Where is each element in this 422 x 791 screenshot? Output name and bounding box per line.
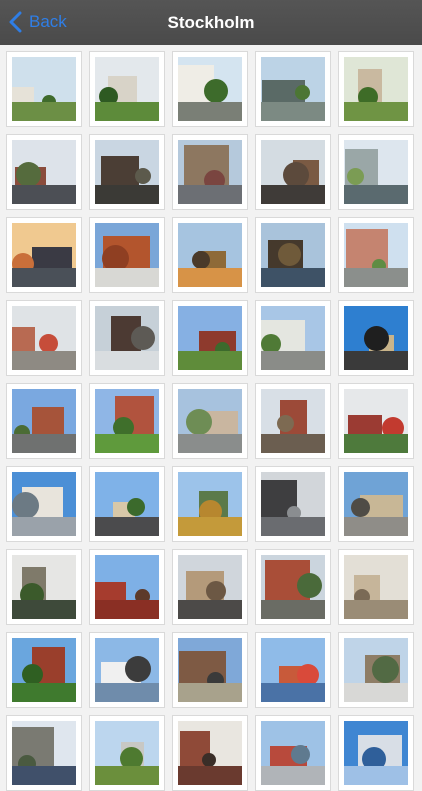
- photo-image: [344, 140, 408, 204]
- photo-image: [12, 223, 76, 287]
- photo-image: [95, 555, 159, 619]
- photo-thumbnail[interactable]: [338, 300, 414, 376]
- photo-image: [261, 721, 325, 785]
- photo-thumbnail[interactable]: [255, 632, 331, 708]
- photo-thumbnail[interactable]: [172, 300, 248, 376]
- photo-thumbnail[interactable]: [255, 466, 331, 542]
- photo-image: [344, 472, 408, 536]
- photo-image: [178, 389, 242, 453]
- photo-image: [344, 638, 408, 702]
- photo-image: [178, 472, 242, 536]
- photo-image: [12, 555, 76, 619]
- photo-thumbnail[interactable]: [172, 51, 248, 127]
- photo-thumbnail[interactable]: [89, 300, 165, 376]
- photo-thumbnail[interactable]: [172, 549, 248, 625]
- photo-thumbnail[interactable]: [6, 715, 82, 791]
- photo-thumbnail[interactable]: [6, 466, 82, 542]
- photo-image: [12, 140, 76, 204]
- page-title: Stockholm: [167, 13, 255, 32]
- photo-image: [12, 472, 76, 536]
- photo-image: [12, 721, 76, 785]
- photo-thumbnail[interactable]: [255, 383, 331, 459]
- photo-thumbnail[interactable]: [255, 715, 331, 791]
- photo-image: [12, 638, 76, 702]
- photo-thumbnail[interactable]: [89, 51, 165, 127]
- photo-thumbnail[interactable]: [338, 715, 414, 791]
- photo-thumbnail[interactable]: [338, 549, 414, 625]
- photo-thumbnail[interactable]: [89, 383, 165, 459]
- photo-thumbnail[interactable]: [255, 51, 331, 127]
- photo-image: [261, 57, 325, 121]
- photo-thumbnail[interactable]: [6, 134, 82, 210]
- photo-thumbnail[interactable]: [255, 549, 331, 625]
- photo-image: [95, 306, 159, 370]
- photo-thumbnail[interactable]: [172, 466, 248, 542]
- photo-thumbnail[interactable]: [6, 632, 82, 708]
- photo-thumbnail[interactable]: [6, 300, 82, 376]
- photo-image: [12, 306, 76, 370]
- photo-image: [261, 223, 325, 287]
- photo-image: [178, 140, 242, 204]
- photo-thumbnail[interactable]: [6, 549, 82, 625]
- photo-image: [344, 223, 408, 287]
- photo-thumbnail[interactable]: [255, 134, 331, 210]
- photo-thumbnail[interactable]: [89, 632, 165, 708]
- photo-image: [261, 389, 325, 453]
- photo-thumbnail[interactable]: [6, 51, 82, 127]
- photo-image: [95, 140, 159, 204]
- photo-image: [95, 389, 159, 453]
- photo-thumbnail[interactable]: [172, 383, 248, 459]
- photo-thumbnail[interactable]: [255, 217, 331, 293]
- photo-image: [178, 638, 242, 702]
- photo-image: [178, 306, 242, 370]
- photo-image: [261, 306, 325, 370]
- photo-image: [178, 555, 242, 619]
- photo-thumbnail[interactable]: [338, 51, 414, 127]
- photo-thumbnail[interactable]: [172, 134, 248, 210]
- photo-image: [95, 721, 159, 785]
- photo-image: [344, 306, 408, 370]
- photo-image: [95, 638, 159, 702]
- photo-image: [12, 57, 76, 121]
- photo-thumbnail[interactable]: [338, 466, 414, 542]
- photo-image: [344, 57, 408, 121]
- photo-image: [178, 721, 242, 785]
- photo-image: [261, 638, 325, 702]
- photo-image: [261, 140, 325, 204]
- photo-image: [95, 223, 159, 287]
- photo-thumbnail[interactable]: [89, 715, 165, 791]
- photo-image: [178, 223, 242, 287]
- photo-image: [344, 721, 408, 785]
- navigation-bar: Back Stockholm: [0, 0, 422, 45]
- photo-thumbnail[interactable]: [338, 217, 414, 293]
- photo-thumbnail[interactable]: [338, 134, 414, 210]
- photo-image: [95, 57, 159, 121]
- photo-image: [12, 389, 76, 453]
- photo-thumbnail[interactable]: [255, 300, 331, 376]
- photo-thumbnail[interactable]: [89, 217, 165, 293]
- photo-thumbnail[interactable]: [89, 134, 165, 210]
- photo-image: [261, 555, 325, 619]
- photo-thumbnail[interactable]: [6, 383, 82, 459]
- photo-grid: [6, 51, 422, 791]
- photo-image: [261, 472, 325, 536]
- photo-image: [344, 389, 408, 453]
- photo-thumbnail[interactable]: [338, 632, 414, 708]
- photo-image: [95, 472, 159, 536]
- photo-thumbnail[interactable]: [172, 715, 248, 791]
- photo-thumbnail[interactable]: [172, 632, 248, 708]
- photo-image: [178, 57, 242, 121]
- photo-thumbnail[interactable]: [89, 549, 165, 625]
- photo-image: [344, 555, 408, 619]
- photo-thumbnail[interactable]: [6, 217, 82, 293]
- photo-thumbnail[interactable]: [338, 383, 414, 459]
- photo-thumbnail[interactable]: [89, 466, 165, 542]
- photo-thumbnail[interactable]: [172, 217, 248, 293]
